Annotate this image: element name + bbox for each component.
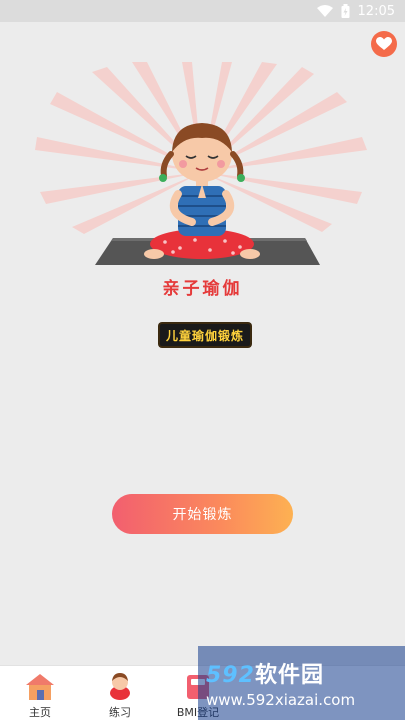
tab-home-label: 主页: [29, 706, 51, 719]
subtitle-badge: 儿童瑜伽锻炼: [160, 324, 250, 346]
app-title: 亲子瑜伽: [162, 279, 243, 299]
yoga-girl-illustration: [144, 123, 260, 259]
exercise-icon: [110, 673, 130, 700]
main-content: 亲子瑜伽 儿童瑜伽锻炼 开始锻炼: [0, 22, 405, 665]
watermark-number: 592: [206, 663, 255, 688]
home-icon: [26, 674, 54, 700]
heart-icon: [376, 37, 392, 50]
wifi-icon: [316, 5, 333, 17]
tab-exercise-label: 练习: [109, 706, 131, 719]
site-watermark: 592软件园 www.592xiazai.com: [198, 646, 405, 720]
watermark-url: www.592xiazai.com: [206, 691, 356, 709]
start-workout-button[interactable]: 开始锻炼: [112, 494, 293, 534]
tab-home[interactable]: 主页: [10, 666, 70, 720]
favorite-button[interactable]: [371, 31, 397, 57]
tab-exercise[interactable]: 练习: [90, 666, 150, 720]
watermark-site-name: 软件园: [254, 663, 324, 688]
battery-icon: [341, 4, 350, 18]
clock: 12:05: [357, 3, 395, 19]
status-bar: 12:05: [0, 0, 405, 22]
